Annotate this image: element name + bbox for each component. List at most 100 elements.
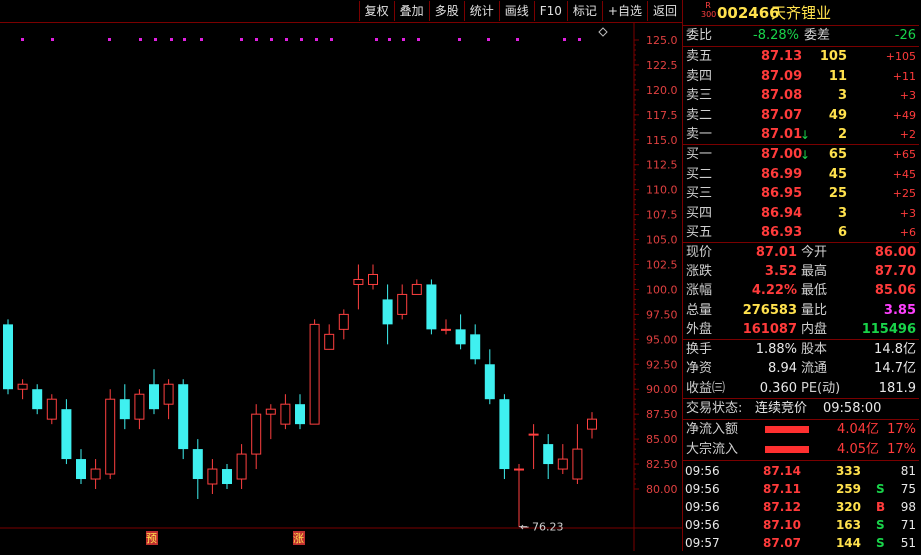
fundamental-row: 换手 1.88% 股本 14.8亿 xyxy=(683,340,919,360)
quote-panel: R 300 002466 天齐锂业 委比 -8.28% 委差 -26 卖五 87.… xyxy=(682,0,921,551)
bids-level: 买二 86.99 45 +45 xyxy=(683,165,919,185)
level-change: +105 xyxy=(885,50,916,63)
trade-status-label: 交易状态: xyxy=(686,401,743,416)
bids-level: 买四 86.94 3 +3 xyxy=(683,204,919,224)
quote-row: 现价 87.01 今开 86.00 xyxy=(683,243,919,263)
low-arrow-icon: ← xyxy=(520,521,529,534)
flow-percent: 17% xyxy=(887,422,916,437)
level-price: 87.13 xyxy=(761,49,803,64)
candle-body-down xyxy=(543,444,554,465)
level-label: 买一 xyxy=(686,147,713,162)
level-price: 86.99 xyxy=(761,166,803,182)
y-tick-label: 100.0 xyxy=(646,283,678,296)
flow-row: 净流入额 4.04亿 17% xyxy=(683,420,919,440)
quote-row: 涨幅 4.22% 最低 85.06 xyxy=(683,281,919,301)
level-label: 买四 xyxy=(686,205,713,221)
level-price: 86.93 xyxy=(761,225,803,241)
level-change: +49 xyxy=(892,108,916,122)
level-change: +6 xyxy=(899,226,916,240)
indicator-dot xyxy=(458,38,461,41)
indicator-dot xyxy=(154,38,157,41)
toolbar-button[interactable]: +自选 xyxy=(601,1,647,21)
candle-body-down xyxy=(499,399,510,470)
tick-price: 87.12 xyxy=(763,500,801,514)
indicator-dot xyxy=(255,38,258,41)
indicator-dot xyxy=(578,38,581,41)
fundamental-row: 收益㈢ 0.360 PE(动) 181.9 xyxy=(683,379,919,399)
quote-label: 最低 xyxy=(801,283,828,299)
asks-level: 卖三 87.08 3 +3 xyxy=(683,86,919,106)
chart-svg: 125.0 122.5 120.0 117.5 115.0 112.5 110.0 107.5… xyxy=(0,23,682,551)
candle-body-down xyxy=(470,334,481,360)
fundamental-label: 流通 xyxy=(801,361,828,377)
level-volume: 49 xyxy=(828,107,847,123)
toolbar-button[interactable]: 叠加 xyxy=(393,1,429,21)
tick-row: 09:56 87.11 259 S 75 xyxy=(683,479,919,499)
candle-body-up xyxy=(397,293,408,315)
quote-row: 外盘 161087 内盘 115496 xyxy=(683,320,919,340)
toolbar-button[interactable]: 复权 xyxy=(358,1,394,21)
level-change: +45 xyxy=(892,167,916,181)
toolbar-button[interactable]: 标记 xyxy=(566,1,602,21)
fundamental-value: 8.94 xyxy=(768,361,797,377)
tick-side: S xyxy=(876,482,885,496)
candle-body-down xyxy=(484,364,495,400)
indicator-dot xyxy=(200,38,203,41)
candlestick-chart[interactable]: 125.0 122.5 120.0 117.5 115.0 112.5 110.0 107.5… xyxy=(0,23,682,551)
indicator-dot xyxy=(315,38,318,41)
toolbar-button[interactable]: 画线 xyxy=(498,1,534,21)
stock-header: R 300 002466 天齐锂业 xyxy=(683,1,919,24)
level-volume: 25 xyxy=(828,186,847,202)
fundamental-value: 0.360 xyxy=(759,380,797,396)
toolbar-button[interactable]: 多股 xyxy=(428,1,464,21)
candle-body-down xyxy=(455,329,466,345)
weibi-row: 委比 -8.28% 委差 -26 xyxy=(683,26,919,46)
level-label: 卖二 xyxy=(686,107,713,123)
tick-row: 09:56 87.14 333 81 xyxy=(683,461,919,481)
toolbar-button[interactable]: F10 xyxy=(533,1,567,21)
tick-side: B xyxy=(876,500,886,514)
level-volume: 105 xyxy=(819,49,847,64)
bids-level: 买三 86.95 25 +25 xyxy=(683,184,919,204)
y-tick-label: 87.50 xyxy=(646,408,678,421)
level-label: 卖四 xyxy=(686,68,713,84)
candle-body-down xyxy=(295,404,305,425)
flow-bar xyxy=(765,445,809,453)
indicator-dot xyxy=(285,38,288,41)
candle-body-up xyxy=(587,418,597,430)
indicator-dot xyxy=(388,38,391,41)
level-volume: 65 xyxy=(828,147,847,162)
indicator-dot xyxy=(270,38,273,41)
stock-name: 天齐锂业 xyxy=(771,4,832,22)
level-label: 买五 xyxy=(686,225,713,241)
y-tick-label: 110.0 xyxy=(646,184,678,197)
quote-label: 量比 xyxy=(801,302,828,318)
flow-row: 大宗流入 4.05亿 17% xyxy=(683,440,919,460)
flow-label: 净流入额 xyxy=(686,422,739,437)
y-tick-label: 107.5 xyxy=(646,209,678,222)
quote-label: 内盘 xyxy=(801,321,828,337)
tick-price: 87.10 xyxy=(763,518,801,532)
level-volume: 45 xyxy=(828,166,847,182)
flow-label: 大宗流入 xyxy=(686,441,739,457)
tick-price: 87.07 xyxy=(763,536,801,550)
tick-side: S xyxy=(876,518,885,532)
indicator-dot xyxy=(108,38,111,41)
chart-toolbar: 复权 叠加 多股 统计 画线 F10 标记 +自选 返回 xyxy=(0,0,682,23)
y-tick-label: 92.50 xyxy=(646,358,678,371)
candle-body-up xyxy=(557,458,568,470)
toolbar-button[interactable]: 统计 xyxy=(463,1,499,21)
candle-body-up xyxy=(309,323,320,425)
quote-value: 87.01 xyxy=(755,245,797,260)
toolbar-button[interactable]: 返回 xyxy=(646,1,682,21)
y-tick-label: 102.5 xyxy=(646,259,678,272)
trade-status-value: 连续竞价 xyxy=(755,401,808,416)
quote-label: 现价 xyxy=(686,245,713,260)
tick-volume: 144 xyxy=(835,536,861,550)
y-tick-label: 97.50 xyxy=(646,308,678,321)
asks-level: 卖五 87.13 105 +105 xyxy=(683,47,919,67)
tick-count: 75 xyxy=(900,482,916,496)
candle-body-down xyxy=(178,384,189,450)
candle-body-up xyxy=(90,468,101,480)
tick-time: 09:56 xyxy=(685,482,720,496)
